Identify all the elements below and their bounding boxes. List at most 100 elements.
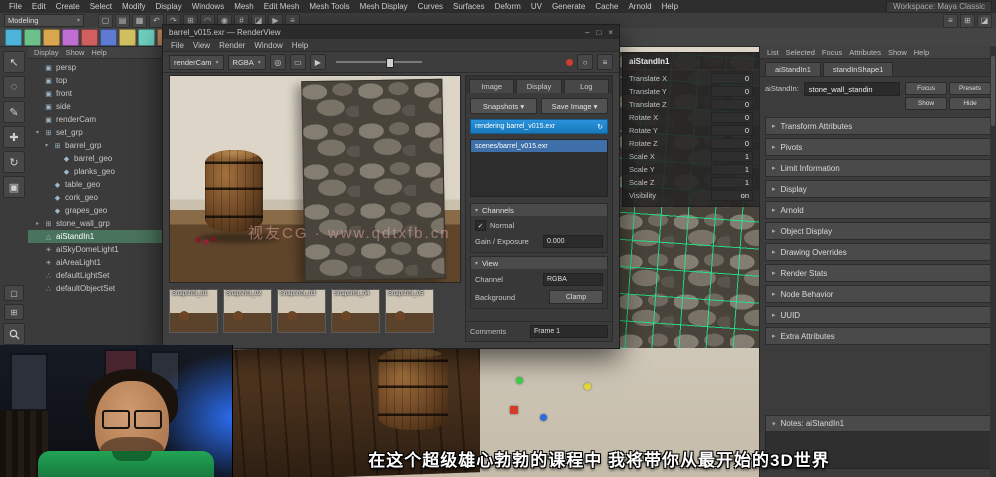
new-scene-icon[interactable]: ▢ [98,13,113,28]
outliner-item[interactable]: ▣ persp [28,61,162,74]
scrollbar[interactable] [990,46,996,477]
menu-item[interactable]: Edit Mesh [259,2,305,11]
window-title-bar[interactable]: barrel_v015.exr — RenderView – □ × [163,25,619,39]
outliner-menu-item[interactable]: Show [66,48,85,57]
menu-item[interactable]: Arnold [623,2,656,11]
channel-value[interactable]: 0 [711,138,753,149]
manipulator-handle-blue[interactable] [540,414,547,421]
outliner-item[interactable]: ☀ aiSkyDomeLight1 [28,243,162,256]
menu-item[interactable]: Surfaces [448,2,490,11]
render-view-menu-item[interactable]: Window [254,41,282,50]
attribute-section-header[interactable]: Arnold [765,201,991,219]
save-scene-icon[interactable]: ▦ [132,13,147,28]
layout-four-pane-icon[interactable]: ⊞ [4,304,24,320]
channels-section-header[interactable]: Channels [471,204,607,216]
crosshair-icon[interactable] [269,54,286,70]
clamp-button[interactable]: Clamp [549,290,603,304]
display-channel-selector[interactable]: RGBA [227,54,266,70]
attribute-editor-menu-item[interactable]: Help [914,48,929,57]
menu-item[interactable]: Edit [27,2,51,11]
shelf-helix-icon[interactable] [138,28,155,46]
menu-item[interactable]: Windows [187,2,229,11]
render-view-menu-item[interactable]: Help [292,41,308,50]
menu-item[interactable]: Select [85,2,117,11]
progress-refresh-icon[interactable]: ↻ [597,123,603,131]
attribute-section-header[interactable]: Pivots [765,138,991,156]
attribute-section-header[interactable]: Render Stats [765,264,991,282]
render-view-menu-item[interactable]: File [171,41,184,50]
move-tool-icon[interactable]: ✚ [3,126,25,148]
outliner-item[interactable]: ∴ defaultLightSet [28,269,162,282]
search-icon[interactable] [3,323,25,345]
expand-arrow-icon[interactable]: ▾ [43,142,50,149]
attribute-editor-menu-item[interactable]: Selected [786,48,815,57]
manipulator-handle-yellow[interactable] [584,383,591,390]
snapshot-thumbnail[interactable]: Snapshot_02 [223,289,272,333]
lasso-tool-icon[interactable]: ◌ [3,76,25,98]
outliner-menu-item[interactable]: Display [34,48,59,57]
options-icon[interactable] [597,54,613,70]
channel-value[interactable]: 0 [711,112,753,123]
shelf-cylinder-icon[interactable] [43,28,60,46]
attribute-section-header[interactable]: Transform Attributes [765,117,991,135]
view-section-header[interactable]: View [471,257,607,269]
attribute-section-header[interactable]: Extra Attributes [765,327,991,345]
outliner-item[interactable]: ▣ renderCam [28,113,162,126]
exposure-slider[interactable] [335,58,422,68]
channel-select-field[interactable]: RGBA [543,273,603,286]
channel-row[interactable]: Translate X 0 [623,72,759,85]
slider-handle[interactable] [385,58,394,68]
region-render-icon[interactable] [289,54,306,70]
menu-item[interactable]: Create [51,2,85,11]
refresh-icon[interactable] [577,54,593,70]
outliner-item[interactable]: ▾ ⊞ set_grp [28,126,162,139]
attribute-section-header[interactable]: Drawing Overrides [765,243,991,261]
maximize-icon[interactable]: □ [596,28,601,37]
snapshot-thumbnail[interactable]: Snapshot_03 [277,289,326,333]
scale-tool-icon[interactable]: ▣ [3,176,25,198]
menu-item[interactable]: Modify [117,2,151,11]
minimize-icon[interactable]: – [585,28,589,37]
menu-item[interactable]: Display [151,2,187,11]
channel-box-toggle-icon[interactable]: ◪ [977,13,992,28]
viewport-barrel[interactable] [378,348,448,430]
channel-row[interactable]: Rotate X 0 [623,111,759,124]
attribute-section-header[interactable]: Limit Information [765,159,991,177]
channel-value[interactable]: 0 [711,99,753,110]
image-history-list[interactable]: scenes/barrel_v015.exr [470,139,608,197]
channel-row[interactable]: Scale X 1 [623,150,759,163]
attribute-editor-menu-item[interactable]: List [767,48,779,57]
channel-value[interactable]: on [711,190,753,201]
layout-single-pane-icon[interactable]: ▢ [4,285,24,301]
shelf-cone-icon[interactable] [62,28,79,46]
rotate-tool-icon[interactable]: ↻ [3,151,25,173]
channel-row[interactable]: Translate Z 0 [623,98,759,111]
side-panel-tab[interactable]: Display [516,79,562,93]
channel-value[interactable]: 1 [711,151,753,162]
expand-arrow-icon[interactable]: ▸ [34,220,41,227]
outliner-item[interactable]: ▾ ⊞ barrel_grp [28,139,162,152]
outliner-item[interactable]: ◆ grapes_geo [28,204,162,217]
render-view-menu-item[interactable]: Render [219,41,245,50]
attribute-editor-menu-item[interactable]: Show [888,48,907,57]
render-view-menu-item[interactable]: View [193,41,210,50]
channel-value[interactable]: 1 [711,177,753,188]
notes-section-header[interactable]: Notes: aiStandIn1 [765,415,991,432]
menu-item[interactable]: Mesh Display [355,2,413,11]
menu-set-selector[interactable]: Modeling [4,14,84,27]
channel-value[interactable]: 0 [711,86,753,97]
node-tab[interactable]: aiStandIn1 [765,62,821,76]
node-tab[interactable]: standInShape1 [822,62,894,76]
shelf-cube-icon[interactable] [24,28,41,46]
select-tool-icon[interactable]: ↖ [3,51,25,73]
comments-field[interactable]: Frame 1 [530,325,608,338]
open-scene-icon[interactable]: ▤ [115,13,130,28]
snapshots-button[interactable]: Snapshots ▾ [470,98,537,114]
attribute-section-header[interactable]: Display [765,180,991,198]
outliner-item[interactable]: △ aiStandIn1 [28,230,162,243]
outliner-item[interactable]: ▸ ⊞ stone_wall_grp [28,217,162,230]
menu-item[interactable]: File [4,2,27,11]
attribute-editor-menu-item[interactable]: Attributes [849,48,881,57]
attribute-editor-menu-item[interactable]: Focus [822,48,842,57]
shelf-sphere-icon[interactable] [5,28,22,46]
